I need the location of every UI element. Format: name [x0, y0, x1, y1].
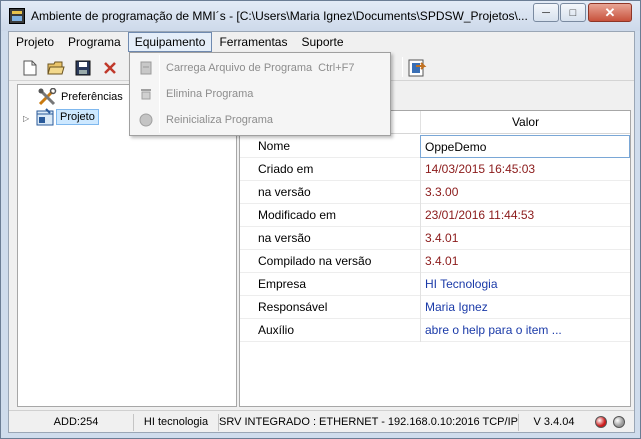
reset-icon [138, 112, 154, 128]
window-title: Ambiente de programação de MMI´s - [C:\U… [31, 9, 528, 23]
minimize-icon: ─ [542, 6, 550, 19]
app-window: Ambiente de programação de MMI´s - [C:\U… [0, 0, 641, 439]
upload-icon [138, 60, 154, 76]
menu-ferramentas[interactable]: Ferramentas [212, 32, 294, 52]
tree-label-projeto: Projeto [56, 109, 99, 125]
property-name: Nome [258, 139, 291, 153]
grid-row-criado[interactable]: Criado em 14/03/2015 16:45:03 [240, 158, 630, 181]
grid-row-versao-criado[interactable]: na versão 3.3.00 [240, 181, 630, 204]
tree-item-projeto[interactable]: Projeto [34, 107, 99, 127]
status-bar: ADD:254 HI tecnologia SRV INTEGRADO : ET… [9, 410, 634, 432]
menu-item-label: Reinicializa Programa [166, 114, 273, 126]
menu-item-shortcut: Ctrl+F7 [318, 62, 355, 74]
toolbar-separator [402, 57, 403, 77]
menu-bar: Projeto Programa Equipamento Ferramentas… [9, 32, 634, 52]
property-value[interactable]: HI Tecnologia [420, 273, 630, 296]
help-link[interactable]: abre o help para o item ... [420, 319, 630, 342]
property-value: 3.4.01 [420, 227, 630, 250]
grid-row-modificado[interactable]: Modificado em 23/01/2016 11:44:53 [240, 204, 630, 227]
title-bar[interactable]: Ambiente de programação de MMI´s - [C:\U… [1, 1, 640, 31]
property-name: na versão [258, 185, 311, 199]
status-address: ADD:254 [19, 414, 134, 431]
project-icon [36, 108, 54, 126]
property-name: Responsável [258, 300, 328, 314]
status-connection: SRV INTEGRADO : ETHERNET - 192.168.0.10:… [219, 414, 519, 431]
menu-item-carrega-arquivo[interactable]: Carrega Arquivo de Programa Ctrl+F7 [130, 56, 390, 80]
grid-row-empresa[interactable]: Empresa HI Tecnologia [240, 273, 630, 296]
tree-expander[interactable]: ▷ [23, 114, 32, 123]
export-project-button[interactable] [406, 57, 428, 79]
delete-icon [104, 62, 116, 74]
property-name: Auxílio [258, 323, 295, 337]
minimize-button[interactable]: ─ [533, 3, 559, 22]
delete-button[interactable] [99, 57, 121, 79]
status-version: V 3.4.04 [533, 416, 575, 428]
save-icon [75, 60, 91, 76]
new-file-button[interactable] [19, 57, 41, 79]
status-company: HI tecnologia [134, 414, 219, 431]
property-value: 14/03/2015 16:45:03 [420, 158, 630, 181]
new-file-icon [23, 60, 37, 76]
property-value: 3.3.00 [420, 181, 630, 204]
property-name: Criado em [258, 162, 314, 176]
tools-icon [38, 88, 57, 106]
main-client-area: Projeto Programa Equipamento Ferramentas… [8, 31, 635, 433]
grid-row-auxilio[interactable]: Auxílio abre o help para o item ... [240, 319, 630, 342]
close-button[interactable]: ✕ [588, 3, 632, 22]
column-header-valor: Valor [420, 111, 630, 134]
menu-item-label: Carrega Arquivo de Programa [166, 62, 313, 74]
status-led-red-icon [595, 416, 607, 428]
tree-label-preferencias: Preferências [61, 91, 123, 103]
open-folder-icon [47, 61, 65, 75]
property-name: Empresa [258, 277, 307, 291]
property-value[interactable]: Maria Ignez [420, 296, 630, 319]
menu-item-label: Elimina Programa [166, 88, 254, 100]
menu-suporte[interactable]: Suporte [294, 32, 350, 52]
tree-item-preferencias[interactable]: Preferências [38, 88, 126, 106]
property-name: na versão [258, 231, 311, 245]
grid-row-compilado[interactable]: Compilado na versão 3.4.01 [240, 250, 630, 273]
app-window-icon[interactable] [9, 8, 25, 24]
status-led-gray-icon [613, 416, 625, 428]
menu-item-reinicializa-programa[interactable]: Reinicializa Programa [130, 108, 390, 132]
property-name: Modificado em [258, 208, 337, 222]
grid-row-versao-modificado[interactable]: na versão 3.4.01 [240, 227, 630, 250]
close-icon: ✕ [604, 4, 616, 20]
erase-icon [138, 86, 154, 102]
equipamento-dropdown: Carrega Arquivo de Programa Ctrl+F7 Elim… [129, 52, 391, 136]
property-value: 23/01/2016 11:44:53 [420, 204, 630, 227]
property-grid[interactable]: Valor Nome OppeDemo Criado em 14/03/2015… [239, 110, 631, 407]
property-value: 3.4.01 [420, 250, 630, 273]
menu-projeto[interactable]: Projeto [9, 32, 61, 52]
menu-programa[interactable]: Programa [61, 32, 128, 52]
save-button[interactable] [72, 57, 94, 79]
menu-item-elimina-programa[interactable]: Elimina Programa [130, 82, 390, 106]
property-name: Compilado na versão [258, 254, 372, 268]
maximize-button[interactable]: □ [560, 3, 586, 22]
export-project-icon [408, 59, 427, 77]
open-folder-button[interactable] [45, 57, 67, 79]
nome-input[interactable]: OppeDemo [420, 135, 630, 158]
grid-row-responsavel[interactable]: Responsável Maria Ignez [240, 296, 630, 319]
maximize-icon: □ [569, 6, 577, 19]
grid-row-nome[interactable]: Nome OppeDemo [240, 135, 630, 158]
menu-equipamento[interactable]: Equipamento [127, 32, 213, 52]
